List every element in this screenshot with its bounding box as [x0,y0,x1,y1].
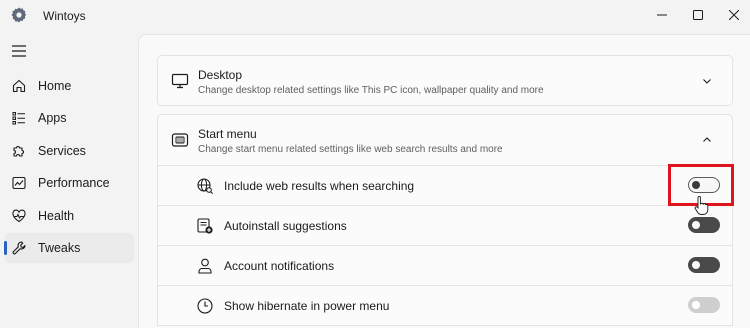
gear-icon [11,7,27,23]
start-menu-icon [171,133,189,147]
maximize-button[interactable] [678,0,718,30]
desktop-section-description: Change desktop related settings like Thi… [198,85,544,96]
autoinstall-toggle[interactable] [688,217,720,233]
puzzle-icon [13,146,24,157]
toggle-knob [692,261,700,269]
app-add-icon [197,218,213,234]
heart-pulse-icon [12,209,26,223]
sidebar-item-label: Services [38,144,86,158]
setting-label: Autoinstall suggestions [224,219,347,233]
sidebar-item-apps[interactable]: Apps [4,103,134,133]
hibernate-toggle[interactable] [688,297,720,313]
sidebar-item-health[interactable]: Health [4,201,134,231]
start-menu-section-title: Start menu [198,127,257,141]
sidebar-item-label: Tweaks [38,241,81,255]
close-button[interactable] [714,0,750,30]
toggle-knob [692,221,700,229]
sidebar-item-home[interactable]: Home [4,71,134,101]
setting-row-web-results: Include web results when searching [157,166,733,206]
home-icon [12,79,26,93]
sidebar-item-tweaks[interactable]: Tweaks [4,233,134,263]
setting-row-account-notifications: Account notifications [157,246,733,286]
toggle-knob [692,301,700,309]
web-results-toggle[interactable] [688,177,720,193]
sidebar-item-label: Performance [38,176,110,190]
desktop-section-title: Desktop [198,68,243,82]
sidebar-item-label: Home [38,79,72,93]
sidebar-item-label: Health [38,209,75,223]
wrench-icon [12,241,26,255]
desktop-section-header[interactable]: Desktop Change desktop related settings … [157,55,733,106]
chevron-down-icon [703,79,711,84]
maximize-icon [693,10,703,20]
account-notifications-toggle[interactable] [688,257,720,273]
clock-icon [197,298,213,314]
monitor-icon [171,73,189,89]
sidebar-item-performance[interactable]: Performance [4,168,134,198]
title-bar: Wintoys [0,0,750,32]
start-menu-section-description: Change start menu related settings like … [198,144,503,155]
sidebar-item-services[interactable]: Services [4,136,134,166]
close-icon [729,10,739,20]
apps-list-icon [12,112,25,125]
hamburger-icon [12,45,26,57]
chevron-up-icon [703,137,711,142]
hand-cursor-icon [694,196,709,215]
hamburger-menu-button[interactable] [8,40,30,62]
app-title: Wintoys [43,9,86,23]
sidebar-item-label: Apps [38,111,67,125]
toggle-knob [692,181,700,189]
start-menu-section-header[interactable]: Start menu Change start menu related set… [157,114,733,166]
setting-label: Show hibernate in power menu [224,299,390,313]
person-icon [198,258,212,274]
minimize-button[interactable] [642,0,682,30]
active-indicator [4,241,7,255]
setting-row-autoinstall: Autoinstall suggestions [157,206,733,246]
setting-label: Account notifications [224,259,335,273]
minimize-icon [657,14,667,16]
setting-label: Include web results when searching [224,179,415,193]
setting-row-hibernate: Show hibernate in power menu [157,286,733,326]
globe-search-icon [197,178,213,194]
performance-chart-icon [12,176,26,190]
